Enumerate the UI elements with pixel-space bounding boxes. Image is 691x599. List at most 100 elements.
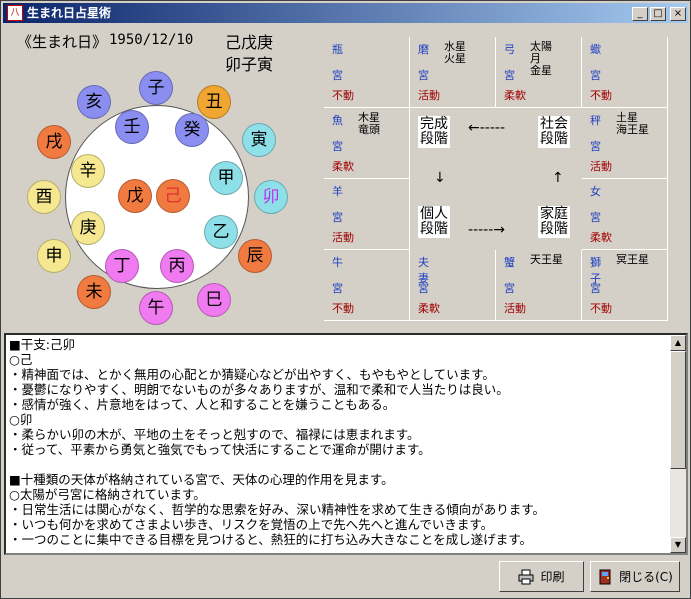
stem-ball: 壬 xyxy=(115,110,149,144)
house-cell: 獅 子宮不動 冥王星 xyxy=(582,250,668,321)
house-palace: 宮 xyxy=(332,140,343,153)
house-cell: 瓶宮不動 xyxy=(324,37,410,108)
house-quality: 柔軟 xyxy=(418,302,440,315)
scroll-up-button[interactable]: ▲ xyxy=(670,335,686,351)
branch-ball: 亥 xyxy=(77,85,111,119)
stem-ball: 丁 xyxy=(105,249,139,283)
house-palace: 宮 xyxy=(418,69,429,82)
house-palace: 宮 xyxy=(590,282,601,295)
house-palace: 宮 xyxy=(332,69,343,82)
house-palace: 宮 xyxy=(332,282,343,295)
house-cell: 秤宮活動 土星 海王星 xyxy=(582,108,668,179)
minimize-button[interactable]: _ xyxy=(632,7,648,21)
house-palace: 宮 xyxy=(590,69,601,82)
title-bar: 八 生まれ日占星術 _ □ × xyxy=(3,3,688,23)
house-cell: 弓宮柔軟 太陽 月 金星 xyxy=(496,37,582,108)
maximize-button[interactable]: □ xyxy=(650,7,666,21)
branch-ball: 丑 xyxy=(197,85,231,119)
house-planets: 天王星 xyxy=(530,253,563,266)
house-cell: 魚宮柔軟 木星 竜頭 xyxy=(324,108,410,179)
app-icon: 八 xyxy=(7,5,23,21)
reading-line: ・憂鬱になりやすく、明朗でないものが多々ありますが、温和で柔和で人当たりは良い。 xyxy=(9,382,509,397)
house-palace: 宮 xyxy=(504,69,515,82)
house-quality: 活動 xyxy=(504,302,526,315)
reading-line: ・感情が強く、片意地をはって、人と和することを嫌うこともある。 xyxy=(9,397,396,412)
house-quality: 不動 xyxy=(332,89,354,102)
house-quality: 活動 xyxy=(418,89,440,102)
reading-line: ○太陽が弓宮に格納されています。 xyxy=(9,487,206,502)
house-sign: 牛 xyxy=(332,256,343,269)
branch-ball: 卯 xyxy=(254,180,288,214)
reading-line: ・精神面では、とかく無用の心配とか猜疑心などが出やすく、もやもやとしています。 xyxy=(9,367,495,382)
house-sign: 女 xyxy=(590,185,601,198)
arrow-down: ↓ xyxy=(434,170,446,186)
house-cell: 女宮柔軟 xyxy=(582,179,668,250)
print-button[interactable]: 印刷 xyxy=(499,561,584,592)
house-palace: 宮 xyxy=(332,211,343,224)
stem-ball: 戊 xyxy=(118,179,152,213)
arrow-right: -----→ xyxy=(468,222,505,238)
reading-line: ・一つのことに集中できる目標を見つけると、熱狂的に打ち込み大きなことを成し遂げま… xyxy=(9,532,533,547)
reading-text: ■干支:己卯 ○己 ・精神面では、とかく無用の心配とか猜疑心などが出やすく、もやもや… xyxy=(9,337,669,547)
close-window-button[interactable]: × xyxy=(670,7,686,21)
branch-ball: 戌 xyxy=(37,125,71,159)
house-cell: 蠍宮不動 xyxy=(582,37,668,108)
kanshi-branches: 卯子寅 xyxy=(225,55,274,74)
branch-ball: 辰 xyxy=(238,239,272,273)
house-quality: 柔軟 xyxy=(332,160,354,173)
house-quality: 不動 xyxy=(590,302,612,315)
reading-line: ○卯 xyxy=(9,412,33,427)
house-palace: 宮 xyxy=(504,282,515,295)
house-quality: 活動 xyxy=(590,160,612,173)
house-quality: 不動 xyxy=(590,89,612,102)
stem-ball: 辛 xyxy=(71,154,105,188)
house-palace: 宮 xyxy=(590,211,601,224)
reading-line: ・いつも何かを求めてさまよい歩き、リスクを覚悟の上で先へ先へと進んでいきます。 xyxy=(9,517,494,532)
house-sign: 蠍 xyxy=(590,43,601,56)
kanshi-stems: 己戊庚 xyxy=(225,33,274,52)
stage-individual: 個人 段階 xyxy=(418,206,450,238)
close-button[interactable]: 閉じる(C) xyxy=(590,561,680,592)
stage-social: 社会 段階 xyxy=(538,116,570,148)
scroll-thumb[interactable] xyxy=(670,351,686,469)
branch-ball: 午 xyxy=(139,291,173,325)
door-exit-icon xyxy=(597,569,613,585)
scroll-down-button[interactable]: ▼ xyxy=(670,537,686,553)
stem-ball: 癸 xyxy=(175,113,209,147)
arrow-left: ←----- xyxy=(468,120,505,136)
close-label: 閉じる(C) xyxy=(619,570,673,584)
house-quality: 柔軟 xyxy=(590,231,612,244)
window-title: 生まれ日占星術 xyxy=(27,6,112,20)
house-cell: 蟹宮活動 天王星 xyxy=(496,250,582,321)
house-planets: 木星 竜頭 xyxy=(358,111,380,136)
house-sign: 磨 xyxy=(418,43,429,56)
birth-date: 1950/12/10 xyxy=(109,32,194,48)
house-sign: 弓 xyxy=(504,43,515,56)
stage-complete: 完成 段階 xyxy=(418,116,450,148)
house-sign: 蟹 xyxy=(504,256,515,269)
vertical-scrollbar[interactable]: ▲ ▼ xyxy=(670,335,686,553)
house-quality: 活動 xyxy=(332,231,354,244)
birthday-label: 《生まれ日》 xyxy=(17,33,108,51)
reading-line: ○己 xyxy=(9,352,33,367)
reading-line xyxy=(9,457,669,472)
house-sign: 秤 xyxy=(590,114,601,127)
house-sign: 羊 xyxy=(332,185,343,198)
branch-ball: 寅 xyxy=(242,123,276,157)
house-quality: 柔軟 xyxy=(504,89,526,102)
stem-ball: 己 xyxy=(156,179,190,213)
house-cell: 牛宮不動 xyxy=(324,250,410,321)
app-window: 八 生まれ日占星術 _ □ × 《生まれ日》 1950/12/10 己戊庚 卯子… xyxy=(0,0,691,599)
reading-text-area[interactable]: ■干支:己卯 ○己 ・精神面では、とかく無用の心配とか猜疑心などが出やすく、もやもや… xyxy=(4,333,688,555)
branch-ball: 申 xyxy=(37,239,71,273)
house-sign: 魚 xyxy=(332,114,343,127)
branch-ball: 未 xyxy=(77,275,111,309)
stem-ball: 庚 xyxy=(71,211,105,245)
house-quality: 不動 xyxy=(332,302,354,315)
house-cell: 磨宮活動 水星 火星 xyxy=(410,37,496,108)
reading-line: ・日常生活には関心がなく、哲学的な思索を好み、深い精神性を求めて生きる傾向があり… xyxy=(9,502,546,517)
stem-ball: 丙 xyxy=(160,249,194,283)
stem-ball: 乙 xyxy=(204,215,238,249)
branch-ball: 巳 xyxy=(197,283,231,317)
branch-ball: 酉 xyxy=(27,180,61,214)
